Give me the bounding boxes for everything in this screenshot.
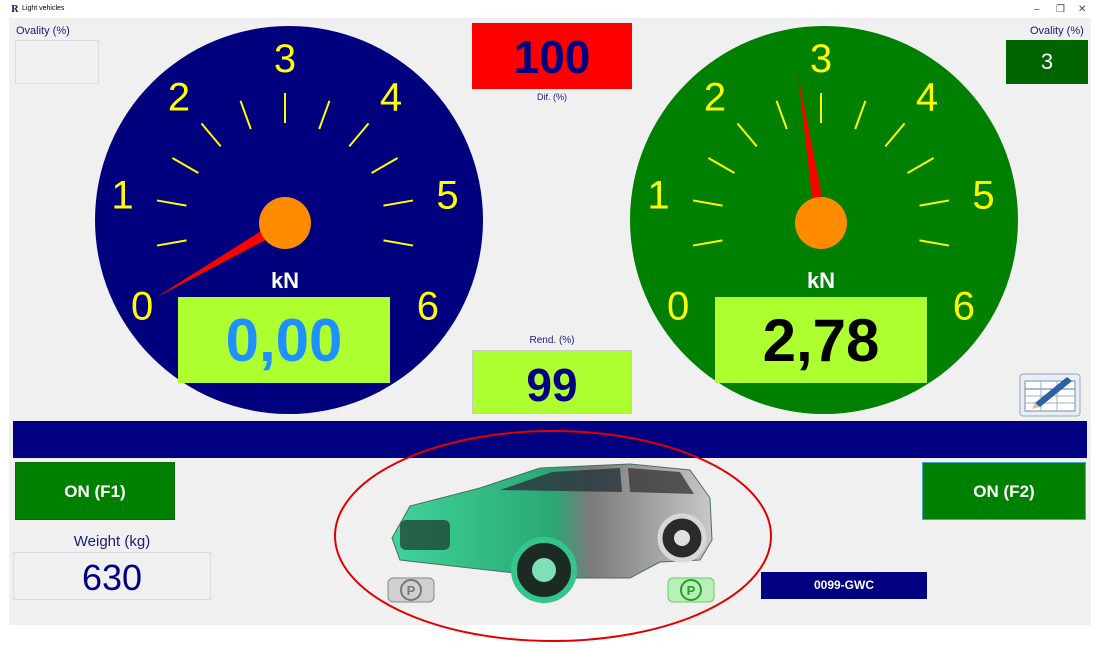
difference-label: Dif. (%) [537, 92, 567, 102]
close-button[interactable]: ✕ [1078, 4, 1086, 15]
left-force-value: 0,00 [178, 297, 390, 383]
dial-scale-label: 3 [810, 37, 832, 81]
dial-scale-label: 1 [647, 173, 669, 217]
left-parking-label: P [407, 583, 416, 598]
right-unit-label: kN [807, 268, 835, 293]
right-on-button[interactable]: ON (F2) [922, 462, 1086, 520]
efficiency-label: Rend. (%) [529, 335, 575, 346]
dial-scale-label: 6 [953, 285, 975, 329]
left-on-button[interactable]: ON (F1) [15, 462, 175, 520]
right-dial-hub [795, 197, 847, 249]
right-force-value: 2,78 [715, 297, 927, 383]
dial-scale-label: 4 [916, 76, 938, 120]
dial-scale-label: 5 [972, 173, 994, 217]
right-parking-label: P [687, 583, 696, 598]
dial-scale-label: 3 [274, 37, 296, 81]
weight-value: 630 [13, 552, 211, 600]
dial-scale-label: 2 [704, 76, 726, 120]
dial-scale-label: 4 [380, 76, 402, 120]
dial-scale-label: 0 [131, 285, 153, 329]
restore-button[interactable]: ❐ [1056, 4, 1065, 15]
minimize-button[interactable]: – [1034, 4, 1040, 15]
license-plate: 0099-GWC [761, 572, 927, 599]
report-edit-icon[interactable] [1019, 373, 1081, 417]
weight-label: Weight (kg) [73, 533, 151, 550]
dial-scale-label: 6 [417, 285, 439, 329]
left-ovality-label: Ovality (%) [16, 25, 70, 37]
efficiency-value: 99 [472, 350, 632, 414]
dial-scale-label: 0 [667, 285, 689, 329]
dial-scale-label: 1 [111, 173, 133, 217]
car-image: P P [334, 430, 772, 642]
left-ovality-value [15, 40, 99, 84]
dial-scale-label: 2 [168, 76, 190, 120]
app-logo-icon: R [11, 5, 19, 15]
window-title: Light vehicles [22, 5, 65, 12]
left-unit-label: kN [271, 268, 299, 293]
car-grille [400, 520, 450, 550]
left-dial-hub [259, 197, 311, 249]
right-ovality-label: Ovality (%) [1030, 25, 1084, 37]
dial-scale-label: 5 [436, 173, 458, 217]
difference-value: 100 [472, 23, 632, 89]
